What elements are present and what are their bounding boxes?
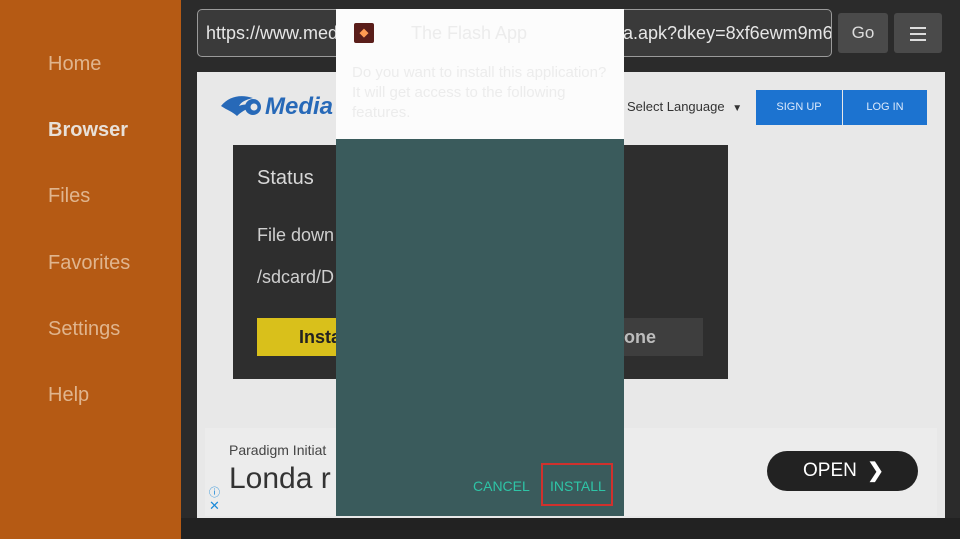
ad-open-button[interactable]: OPEN ❯ xyxy=(767,451,918,491)
sidebar-item-files[interactable]: Files xyxy=(48,185,90,208)
install-dialog-title: The Flash App xyxy=(411,23,528,43)
language-select[interactable]: Select Language ▼ xyxy=(627,99,742,114)
sidebar-item-help[interactable]: Help xyxy=(48,384,89,407)
install-dialog-header: ◆ The Flash App Do you want to install t… xyxy=(336,9,624,139)
status-title: Status xyxy=(257,167,314,189)
ad-sponsor: Paradigm Initiat xyxy=(229,442,327,458)
sidebar-item-home[interactable]: Home xyxy=(48,53,101,76)
go-button[interactable]: Go xyxy=(838,13,888,53)
status-message: File down xyxy=(257,225,335,245)
bottom-strip xyxy=(181,518,960,539)
ad-headline: Londa r xyxy=(229,462,331,495)
app-icon: ◆ xyxy=(354,23,374,43)
caret-down-icon: ▼ xyxy=(732,103,743,114)
language-select-label: Select Language xyxy=(627,99,725,114)
cancel-button[interactable]: CANCEL xyxy=(473,478,530,494)
install-dialog: ◆ The Flash App Do you want to install t… xyxy=(336,9,624,516)
url-text-prefix: https://www.med xyxy=(206,23,339,43)
install-button[interactable]: INSTALL xyxy=(550,478,606,494)
ad-close-icon[interactable]: ✕ xyxy=(209,498,220,514)
mediafire-flame-icon xyxy=(221,96,261,116)
ad-open-label: OPEN xyxy=(803,460,857,481)
hamburger-icon xyxy=(894,27,942,41)
install-dialog-description: Do you want to install this application?… xyxy=(352,64,607,121)
url-text-suffix: a.apk?dkey=8xf6ewm9m6 xyxy=(623,23,832,43)
sidebar-item-browser[interactable]: Browser xyxy=(48,119,128,142)
menu-button[interactable] xyxy=(894,13,942,53)
sidebar-item-settings[interactable]: Settings xyxy=(48,318,120,341)
sidebar-item-favorites[interactable]: Favorites xyxy=(48,252,130,275)
site-logo-text: Media xyxy=(265,93,334,120)
chevron-right-icon: ❯ xyxy=(867,460,884,482)
site-logo[interactable]: Media xyxy=(219,92,333,122)
login-button[interactable]: LOG IN xyxy=(843,90,927,125)
sidebar: Home Browser Files Favorites Settings He… xyxy=(0,0,181,539)
status-file-path: /sdcard/D xyxy=(257,267,335,287)
signup-button[interactable]: SIGN UP xyxy=(756,90,842,125)
